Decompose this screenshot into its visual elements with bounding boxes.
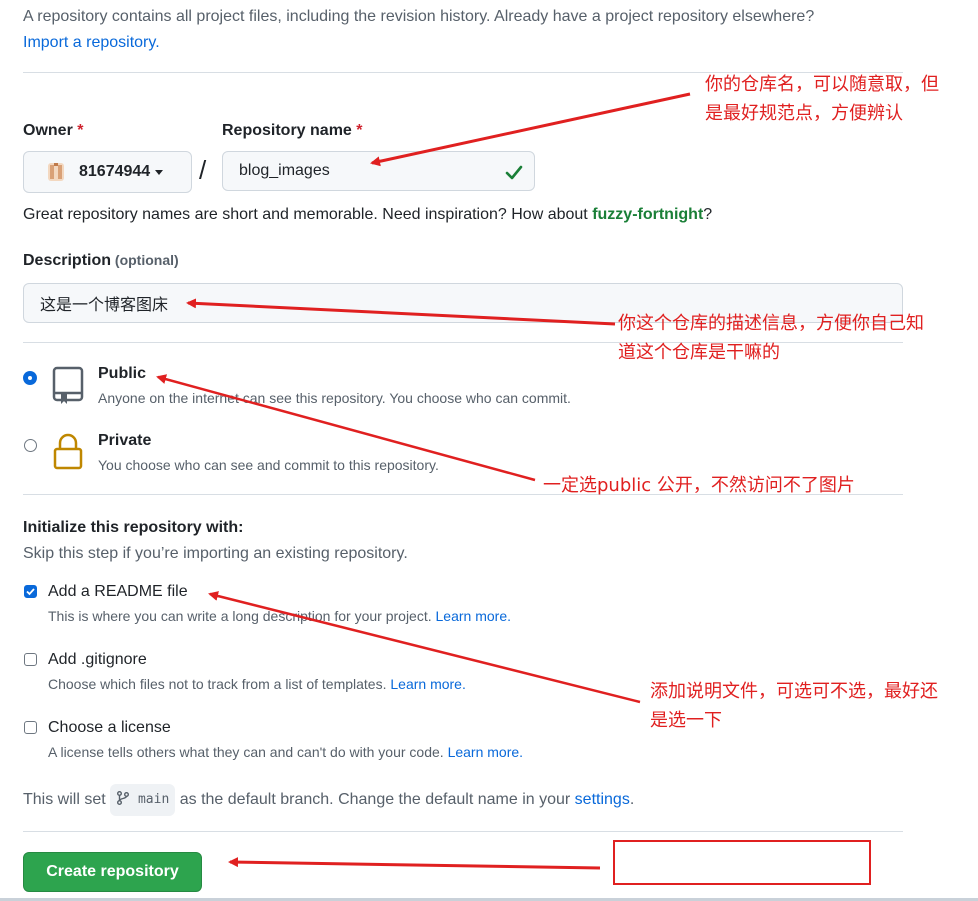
- annotation-public: 一定选public 公开，不然访问不了图片: [543, 475, 855, 496]
- annotation-box: [613, 840, 871, 885]
- arrow-description: [186, 298, 616, 326]
- annotation-repo-name: 你的仓库名，可以随意取，但 是最好规范点，方便辨认: [705, 74, 939, 124]
- arrow-public: [156, 374, 536, 482]
- arrow-repo-name: [370, 92, 691, 167]
- annotation-arrows: [156, 92, 691, 870]
- annotation-readme: 添加说明文件，可选可不选，最好还 是选一下: [650, 681, 938, 731]
- arrow-create: [228, 857, 601, 870]
- arrow-readme: [208, 591, 641, 704]
- annotation-description: 你这个仓库的描述信息，方便你自己知 道这个仓库是干嘛的: [618, 313, 924, 363]
